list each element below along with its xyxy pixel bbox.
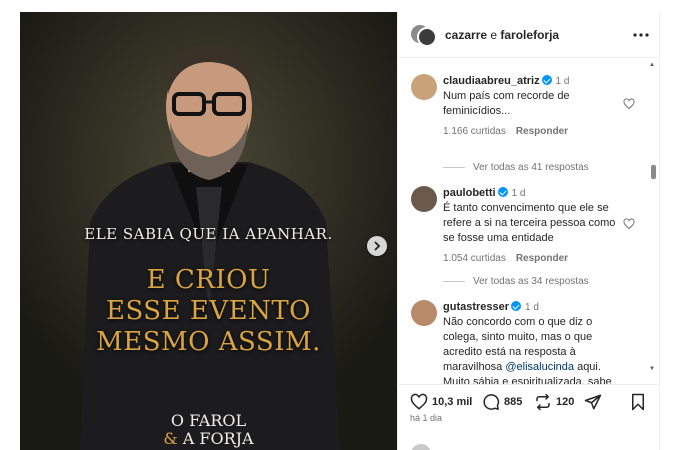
caption-top: ELE SABIA QUE IA APANHAR. (84, 225, 333, 243)
reply-button[interactable]: Responder (516, 253, 568, 264)
comment-username[interactable]: claudiaabreu_atriz (443, 75, 540, 87)
comment-time[interactable]: 1 d (512, 188, 526, 199)
chevron-right-icon (374, 241, 381, 251)
post-actions-bar: 10,3 mil 885 120 (398, 384, 660, 414)
send-paper-plane-icon (584, 394, 602, 410)
view-replies-button[interactable]: Ver todas as 34 respostas (443, 276, 589, 287)
more-options-button[interactable] (633, 24, 649, 41)
post-timestamp[interactable]: há 1 dia (410, 413, 442, 423)
heart-icon (410, 393, 428, 410)
avatar[interactable] (411, 300, 437, 326)
likes-count[interactable]: 10,3 mil (432, 396, 472, 408)
author-conjunction: e (487, 27, 501, 42)
comment-body: paulobetti 1 d É tanto convencimento que … (443, 186, 621, 266)
more-horizontal-icon (633, 33, 649, 37)
reposts-count: 120 (556, 396, 575, 408)
comment-bubble-icon (483, 394, 500, 410)
post-header: cazarre e faroleforja (398, 12, 659, 58)
bookmark-icon (632, 393, 644, 411)
mention-link[interactable]: @elisalucinda (505, 361, 574, 373)
like-button[interactable]: 10,3 mil (410, 393, 472, 411)
view-replies-label: Ver todas as 41 respostas (473, 162, 589, 173)
share-button[interactable] (584, 393, 606, 411)
author-link-cazarre[interactable]: cazarre (445, 28, 487, 42)
comment-text: É tanto convencimento que ele se refere … (443, 202, 616, 244)
scrollbar-thumb[interactable] (651, 165, 656, 179)
divider (443, 281, 465, 282)
avatar[interactable] (411, 186, 437, 212)
heart-icon[interactable] (623, 98, 635, 110)
comment-likes[interactable]: 1.166 curtidas (443, 126, 506, 137)
post-authors: cazarre e faroleforja (445, 28, 559, 42)
brand-line-1: O FAROL (170, 411, 247, 430)
comments-count: 885 (504, 396, 523, 408)
scroll-up-arrow-icon[interactable]: ▲ (649, 62, 655, 68)
verified-badge-icon (511, 301, 522, 311)
comment-time[interactable]: 1 d (525, 302, 539, 313)
save-button[interactable] (630, 393, 650, 411)
author-link-faroleforja[interactable]: faroleforja (500, 28, 559, 42)
verified-badge-icon (497, 187, 508, 197)
collab-avatars[interactable] (409, 21, 437, 49)
verified-badge-icon (541, 75, 552, 85)
brand-line-2: & A FORJA (20, 430, 397, 448)
comment-username[interactable]: gutastresser (443, 301, 509, 313)
comment-text: Não concordo com o que diz o colega, sin… (443, 315, 621, 384)
comment-body: gutastresser 1 d Não concordo com o que d… (443, 300, 621, 384)
comments-scrollbar[interactable]: ▲ ▼ (648, 62, 658, 380)
avatar (411, 444, 431, 450)
reply-button[interactable]: Responder (516, 126, 568, 137)
caption-line-3: MESMO ASSIM. (96, 327, 321, 357)
avatar (417, 26, 437, 47)
heart-icon[interactable] (623, 218, 635, 230)
comments-list[interactable]: claudiaabreu_atriz 1 d Num país com recor… (398, 58, 660, 384)
post-image[interactable]: ELE SABIA QUE IA APANHAR. E CRIOU ESSE E… (20, 12, 397, 450)
scroll-down-arrow-icon[interactable]: ▼ (649, 366, 655, 372)
comment-meta: 1.054 curtidas Responder (443, 251, 621, 266)
caption-line-1: E CRIOU (146, 265, 271, 295)
comment-time[interactable]: 1 d (556, 76, 570, 87)
brand-forja: A FORJA (177, 429, 254, 448)
next-slide-button[interactable] (367, 236, 387, 256)
view-replies-label: Ver todas as 34 respostas (473, 276, 589, 287)
repost-button[interactable]: 120 (534, 393, 574, 411)
brand-ampersand: & (163, 429, 178, 448)
view-replies-button[interactable]: Ver todas as 41 respostas (443, 162, 589, 173)
comment-body: claudiaabreu_atriz 1 d Num país com recor… (443, 74, 621, 139)
repost-icon (536, 393, 550, 411)
avatar[interactable] (411, 74, 437, 100)
divider (443, 167, 465, 168)
comment-likes[interactable]: 1.054 curtidas (443, 253, 506, 264)
comment-meta: 1.166 curtidas Responder (443, 124, 621, 139)
comment-text: Num país com recorde de feminicídios... (443, 90, 570, 117)
comment-username[interactable]: paulobetti (443, 187, 496, 199)
caption-line-2: ESSE EVENTO (105, 296, 312, 326)
post-side-panel: cazarre e faroleforja claudiaabreu_atriz… (397, 12, 660, 450)
comment-button[interactable]: 885 (482, 393, 522, 411)
